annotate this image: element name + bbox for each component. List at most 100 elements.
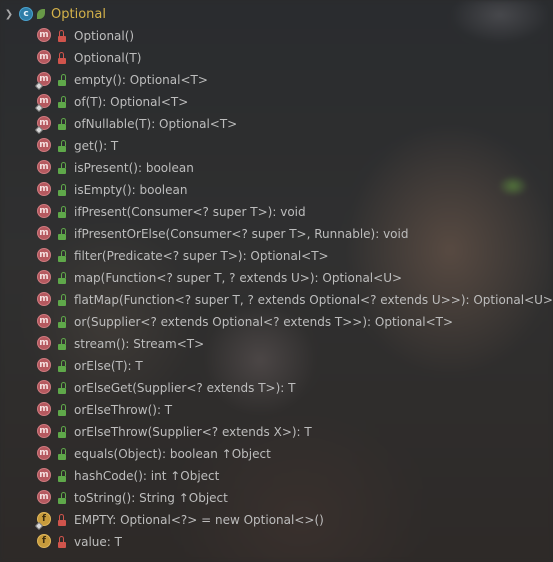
member-icon-wrap: m <box>34 116 53 135</box>
method-icon: m <box>37 446 51 460</box>
member-icon-wrap: m <box>37 292 53 308</box>
lock-open-icon <box>57 206 67 218</box>
member-label: isEmpty(): boolean <box>74 183 188 197</box>
lock-open-icon <box>57 162 67 174</box>
member-icon-wrap: f <box>37 534 53 550</box>
member-icon-wrap: m <box>37 314 53 330</box>
member-icon-wrap: m <box>37 424 53 440</box>
member-icon-wrap: m <box>37 182 53 198</box>
tree-node-method[interactable]: m Optional() <box>37 25 134 47</box>
member-label: ofNullable(T): Optional<T> <box>74 117 238 131</box>
member-icon-wrap: m <box>37 226 53 242</box>
method-icon: m <box>37 270 51 284</box>
member-label: ifPresent(Consumer<? super T>): void <box>74 205 306 219</box>
member-label: hashCode(): int ↑Object <box>74 469 220 483</box>
member-icon-wrap: m <box>37 248 53 264</box>
lock-open-icon <box>57 404 67 416</box>
member-icon-wrap: m <box>37 468 53 484</box>
tree-node-method[interactable]: m orElseGet(Supplier<? extends T>): T <box>37 377 295 399</box>
member-label: orElseGet(Supplier<? extends T>): T <box>74 381 296 395</box>
tree-node-method[interactable]: m Optional(T) <box>37 47 141 69</box>
member-icon-wrap: m <box>34 94 53 113</box>
member-label: filter(Predicate<? super T>): Optional<T… <box>74 249 329 263</box>
method-icon: m <box>37 138 51 152</box>
lock-open-icon <box>57 228 67 240</box>
member-icon-wrap: m <box>37 358 53 374</box>
tree-node-field[interactable]: f EMPTY: Optional<?> = new Optional<>() <box>34 509 324 531</box>
member-label: toString(): String ↑Object <box>74 491 228 505</box>
lock-closed-icon <box>57 536 67 548</box>
member-label: of(T): Optional<T> <box>74 95 189 109</box>
method-icon: m <box>37 402 51 416</box>
class-name-label: Optional <box>51 6 106 22</box>
member-label: get(): T <box>74 139 119 153</box>
field-icon: f <box>37 534 51 548</box>
member-icon-wrap: m <box>37 204 53 220</box>
method-icon: m <box>37 226 51 240</box>
tree-node-method[interactable]: m orElse(T): T <box>37 355 143 377</box>
tree-node-method[interactable]: m isPresent(): boolean <box>37 157 194 179</box>
member-label: stream(): Stream<T> <box>74 337 205 351</box>
lock-open-icon <box>57 184 67 196</box>
method-icon: m <box>37 28 51 42</box>
member-label: value: T <box>74 535 122 549</box>
method-icon: m <box>37 336 51 350</box>
lock-closed-icon <box>57 30 67 42</box>
tree-node-method[interactable]: m equals(Object): boolean ↑Object <box>37 443 271 465</box>
member-icon-wrap: f <box>34 512 53 531</box>
leaf-icon <box>37 9 45 19</box>
tree-node-field[interactable]: f value: T <box>37 531 122 553</box>
lock-open-icon <box>57 448 67 460</box>
tree-node-method[interactable]: m flatMap(Function<? super T, ? extends O… <box>37 289 553 311</box>
method-icon: m <box>37 160 51 174</box>
method-icon: m <box>37 292 51 306</box>
tree-node-method[interactable]: m filter(Predicate<? super T>): Optional<… <box>37 245 329 267</box>
lock-open-icon <box>57 360 67 372</box>
chevron-down-icon[interactable]: ❯ <box>2 7 16 21</box>
method-icon: m <box>37 204 51 218</box>
structure-tree[interactable]: ❯ c Optional m Optional() m Optional(T) m emp… <box>0 0 553 562</box>
lock-open-icon <box>57 74 67 86</box>
method-icon: m <box>37 50 51 64</box>
tree-node-method[interactable]: m of(T): Optional<T> <box>34 91 189 113</box>
tree-node-method[interactable]: m stream(): Stream<T> <box>37 333 204 355</box>
lock-open-icon <box>57 96 67 108</box>
tree-node-method[interactable]: m orElseThrow(): T <box>37 399 172 421</box>
lock-open-icon <box>57 338 67 350</box>
member-label: orElseThrow(Supplier<? extends X>): T <box>74 425 312 439</box>
tree-node-method[interactable]: m hashCode(): int ↑Object <box>37 465 219 487</box>
lock-open-icon <box>57 118 67 130</box>
member-label: equals(Object): boolean ↑Object <box>74 447 271 461</box>
member-icon-wrap: m <box>37 336 53 352</box>
method-icon: m <box>37 358 51 372</box>
tree-node-class[interactable]: ❯ c Optional <box>2 3 106 25</box>
member-label: ifPresentOrElse(Consumer<? super T>, Run… <box>74 227 409 241</box>
tree-node-method[interactable]: m orElseThrow(Supplier<? extends X>): T <box>37 421 312 443</box>
member-label: or(Supplier<? extends Optional<? extends… <box>74 315 454 329</box>
member-label: Optional(T) <box>74 51 142 65</box>
member-icon-wrap: m <box>37 270 53 286</box>
member-label: empty(): Optional<T> <box>74 73 208 87</box>
member-label: EMPTY: Optional<?> = new Optional<>() <box>74 513 324 527</box>
tree-node-method[interactable]: m empty(): Optional<T> <box>34 69 208 91</box>
lock-open-icon <box>57 492 67 504</box>
method-icon: m <box>37 314 51 328</box>
lock-open-icon <box>57 140 67 152</box>
tree-node-method[interactable]: m ifPresentOrElse(Consumer<? super T>, Ru… <box>37 223 408 245</box>
lock-open-icon <box>57 316 67 328</box>
member-icon-wrap: m <box>37 138 53 154</box>
lock-open-icon <box>57 470 67 482</box>
lock-open-icon <box>57 294 67 306</box>
member-icon-wrap: m <box>37 446 53 462</box>
tree-node-method[interactable]: m toString(): String ↑Object <box>37 487 228 509</box>
tree-node-method[interactable]: m ifPresent(Consumer<? super T>): void <box>37 201 306 223</box>
tree-node-method[interactable]: m or(Supplier<? extends Optional<? extend… <box>37 311 453 333</box>
tree-node-method[interactable]: m get(): T <box>37 135 118 157</box>
tree-node-method[interactable]: m map(Function<? super T, ? extends U>): … <box>37 267 402 289</box>
member-label: map(Function<? super T, ? extends U>): O… <box>74 271 403 285</box>
tree-node-method[interactable]: m isEmpty(): boolean <box>37 179 187 201</box>
member-icon-wrap: m <box>37 50 53 66</box>
member-icon-wrap: m <box>37 380 53 396</box>
lock-open-icon <box>57 250 67 262</box>
tree-node-method[interactable]: m ofNullable(T): Optional<T> <box>34 113 238 135</box>
